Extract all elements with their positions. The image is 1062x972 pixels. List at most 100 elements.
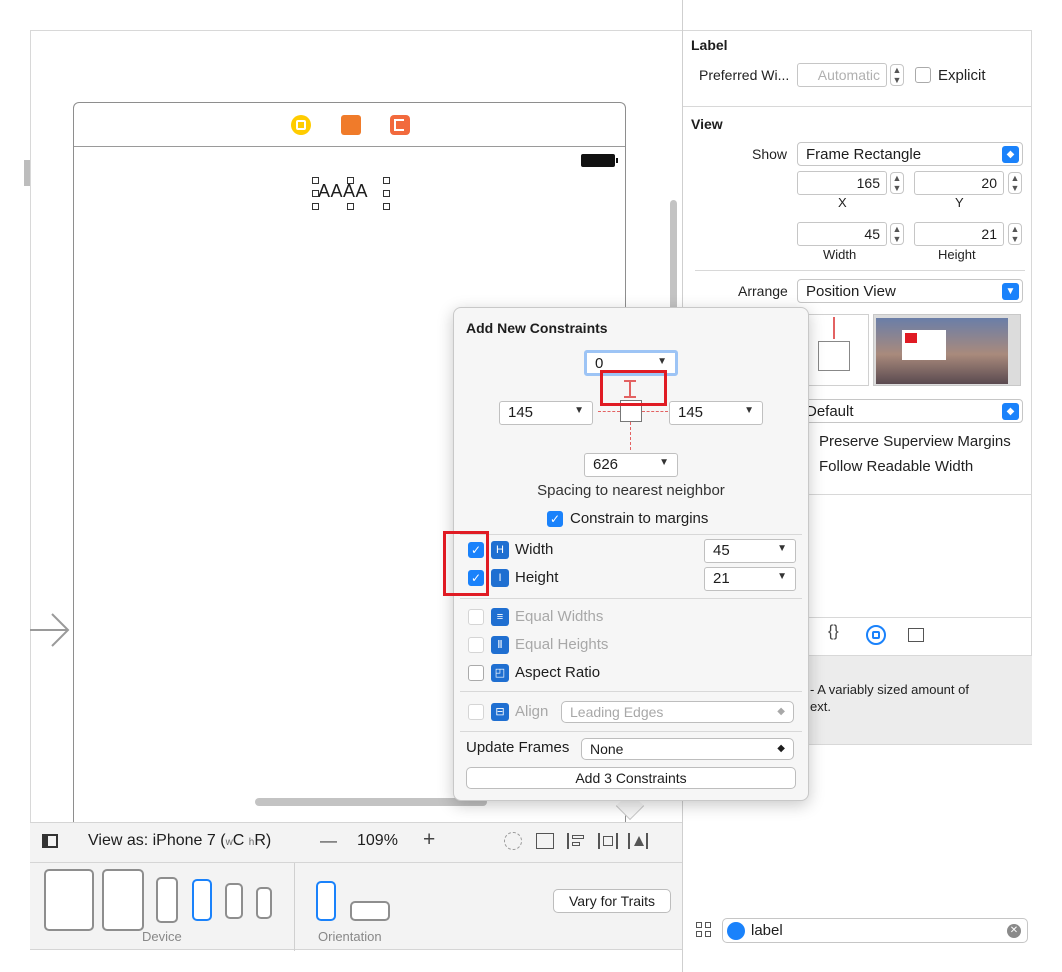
preferred-width-stepper[interactable]: ▲ ▼ (890, 64, 904, 86)
bottom-spacing-combo[interactable]: 626 ▼ (584, 453, 678, 477)
resize-handle[interactable] (312, 177, 319, 184)
device-ipad-pro-icon[interactable] (44, 869, 94, 931)
align-label: Align (515, 703, 549, 720)
device-configuration-bar: Device Orientation Vary for Traits (30, 862, 682, 951)
grid-view-icon[interactable] (696, 922, 712, 938)
follow-readable-label[interactable]: Follow Readable Width (819, 458, 973, 475)
device-iphone-plus-icon[interactable] (156, 877, 178, 923)
resolve-auto-layout-icon[interactable] (628, 833, 648, 849)
popup-chevron-icon: ◆ (777, 743, 785, 754)
explicit-label: Explicit (938, 67, 986, 84)
aspect-ratio-checkbox[interactable] (468, 665, 484, 681)
layout-margins-popup[interactable]: Default ◆ (797, 399, 1023, 423)
toggle-outline-icon[interactable] (42, 834, 58, 848)
align-popup[interactable]: Leading Edges ◆ (561, 701, 794, 723)
trailing-pin-line[interactable] (642, 411, 668, 412)
constrain-margins-label[interactable]: Constrain to margins (570, 510, 708, 527)
spacing-caption: Spacing to nearest neighbor (537, 482, 725, 499)
show-popup-value: Frame Rectangle (806, 146, 922, 163)
exit-icon[interactable] (390, 115, 410, 135)
zoom-in-button[interactable]: + (423, 828, 435, 852)
zoom-out-button[interactable]: — (320, 831, 337, 851)
aspect-ratio-icon: ◰ (491, 664, 509, 682)
frame-height-stepper[interactable]: ▲ ▼ (1008, 223, 1022, 245)
leading-spacing-combo[interactable]: 145 ▼ (499, 401, 593, 425)
leading-pin-line[interactable] (598, 411, 620, 412)
equal-heights-checkbox[interactable] (468, 637, 484, 653)
frame-width-field[interactable]: 45 (797, 222, 887, 246)
embed-in-stack-icon[interactable] (536, 833, 554, 849)
code-snippet-library-icon[interactable]: {} (828, 623, 839, 641)
resize-handle[interactable] (312, 203, 319, 210)
trailing-spacing-combo[interactable]: 145 ▼ (669, 401, 763, 425)
equal-widths-checkbox[interactable] (468, 609, 484, 625)
show-popup[interactable]: Frame Rectangle ◆ (797, 142, 1023, 166)
device-caption: Device (142, 929, 182, 944)
align-icon[interactable] (567, 833, 585, 849)
equal-heights-label: Equal Heights (515, 636, 609, 653)
preserve-margins-label[interactable]: Preserve Superview Margins (819, 433, 1011, 450)
frame-height-caption: Height (938, 247, 976, 262)
frame-x-field[interactable]: 165 (797, 171, 887, 195)
entry-point-arrow-icon[interactable] (30, 610, 70, 650)
size-class-c: C (232, 832, 249, 849)
autoresizing-mask-control[interactable] (805, 314, 869, 386)
bottom-pin-line[interactable] (630, 422, 631, 450)
arrange-popup[interactable]: Position View ▼ (797, 279, 1023, 303)
resize-handle[interactable] (383, 203, 390, 210)
device-iphone-se-icon[interactable] (225, 883, 243, 919)
width-value-combo[interactable]: 45 ▼ (704, 539, 796, 563)
frame-y-stepper[interactable]: ▲ ▼ (1008, 172, 1022, 194)
resize-handle[interactable] (383, 177, 390, 184)
equal-heights-icon: Ⅱ (491, 636, 509, 654)
frame-width-stepper[interactable]: ▲ ▼ (890, 223, 904, 245)
align-checkbox[interactable] (468, 704, 484, 720)
orientation-portrait-icon[interactable] (316, 881, 336, 921)
view-controller-icon[interactable] (291, 115, 311, 135)
equal-widths-icon: ≡ (491, 608, 509, 626)
dropdown-arrow-icon: ▼ (659, 457, 669, 468)
popover-divider (460, 534, 802, 535)
size-class-w: w (225, 837, 233, 848)
library-filter-field[interactable]: label ✕ (722, 918, 1028, 943)
arrange-label: Arrange (738, 283, 788, 299)
update-frames-icon[interactable] (504, 832, 522, 850)
popup-chevron-icon: ◆ (1002, 403, 1019, 420)
highlight-top-constraint (600, 370, 667, 406)
object-library-icon[interactable] (866, 625, 886, 645)
view-as-text[interactable]: View as: iPhone 7 (wC hR) (88, 832, 271, 850)
resize-handle[interactable] (312, 190, 319, 197)
selected-label-view[interactable]: AAAA (312, 177, 390, 210)
resize-handle[interactable] (347, 177, 354, 184)
clear-filter-icon[interactable]: ✕ (1007, 924, 1021, 938)
pin-icon[interactable] (598, 833, 618, 849)
vary-for-traits-button[interactable]: Vary for Traits (553, 889, 671, 913)
horizontal-scrollbar[interactable] (255, 798, 487, 806)
constrain-margins-checkbox[interactable]: ✓ (547, 511, 563, 527)
arrange-popup-value: Position View (806, 283, 896, 300)
align-popup-value: Leading Edges (570, 704, 664, 720)
device-iphone-4s-icon[interactable] (256, 887, 272, 919)
explicit-checkbox[interactable] (915, 67, 931, 83)
add-constraints-button[interactable]: Add 3 Constraints (466, 767, 796, 789)
orientation-landscape-icon[interactable] (350, 901, 390, 921)
first-responder-icon[interactable] (341, 115, 361, 135)
dropdown-arrow-icon: ▼ (777, 571, 787, 582)
frame-x-stepper[interactable]: ▲ ▼ (890, 172, 904, 194)
preferred-width-field[interactable]: Automatic (797, 63, 887, 87)
device-iphone-7-icon[interactable] (192, 879, 212, 921)
canvas-bottom-bar: View as: iPhone 7 (wC hR) — 109% + (30, 822, 682, 862)
frame-y-field[interactable]: 20 (914, 171, 1004, 195)
popup-chevron-icon: ◆ (1002, 146, 1019, 163)
height-value-combo[interactable]: 21 ▼ (704, 567, 796, 591)
media-library-icon[interactable] (908, 628, 924, 642)
resize-handle[interactable] (383, 190, 390, 197)
preview-window (902, 330, 946, 360)
layout-margins-value: Default (806, 403, 854, 420)
resize-handle[interactable] (347, 203, 354, 210)
frame-height-field[interactable]: 21 (914, 222, 1004, 246)
battery-icon (581, 154, 618, 167)
add-constraints-popover: Add New Constraints 0 ▼ 145 ▼ 145 ▼ 626 … (453, 307, 809, 801)
update-frames-popup[interactable]: None ◆ (581, 738, 794, 760)
device-ipad-icon[interactable] (102, 869, 144, 931)
